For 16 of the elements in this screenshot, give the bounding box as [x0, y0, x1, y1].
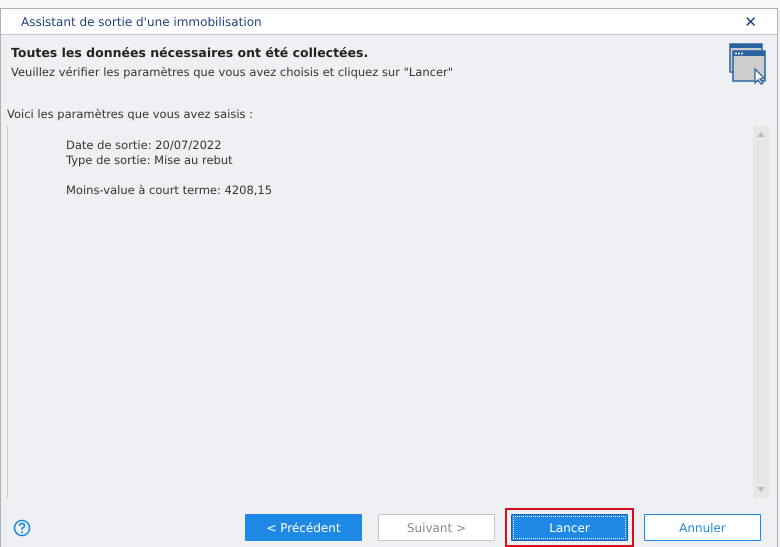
- summary-line: Moins-value à court terme: 4208,15: [66, 183, 272, 198]
- wizard-button[interactable]: Lancer: [511, 514, 628, 541]
- wizard-button[interactable]: < Précédent: [245, 514, 362, 541]
- intro-text: Voici les paramètres que vous avez saisis :: [7, 107, 254, 121]
- header-title: Toutes les données nécessaires ont été collectées.: [11, 45, 370, 60]
- window-title: Assistant de sortie d'une immobilisation: [21, 14, 262, 28]
- close-button[interactable]: ✕: [744, 12, 757, 30]
- scroll-down-icon[interactable]: [757, 487, 765, 492]
- wizard-button[interactable]: Annuler: [644, 514, 761, 541]
- header-subtitle: Veuillez vérifier les paramètres que vous avez choisis et cliquez sur "Lancer": [11, 65, 454, 79]
- scroll-up-icon[interactable]: [757, 132, 765, 137]
- scrollbar[interactable]: [753, 126, 769, 498]
- help-icon[interactable]: [13, 518, 31, 536]
- summary-line: Date de sortie: 20/07/2022: [66, 138, 223, 153]
- window-cursor-icon: [729, 43, 769, 85]
- summary-line: Type de sortie: Mise au rebut: [66, 153, 234, 168]
